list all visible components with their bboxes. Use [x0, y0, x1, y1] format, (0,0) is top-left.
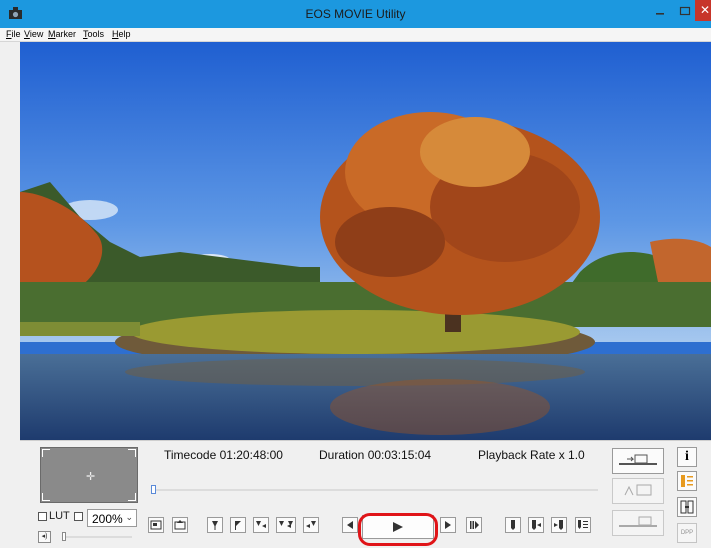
volume-slider[interactable] — [64, 536, 132, 538]
menu-view[interactable]: View — [24, 29, 43, 39]
dpp-button[interactable]: DPP — [677, 523, 697, 543]
mark-out-icon — [235, 521, 241, 530]
save-frame-button[interactable] — [148, 517, 164, 533]
go-to-in-icon — [256, 521, 266, 528]
save-frame-as-button[interactable] — [172, 517, 188, 533]
export-clip-button[interactable] — [612, 478, 664, 504]
dpp-icon: DPP — [680, 530, 694, 536]
close-button[interactable]: ✕ — [695, 0, 711, 21]
crosshair-icon: ✛ — [86, 471, 96, 483]
prev-frame-icon — [347, 521, 353, 529]
export-button[interactable] — [612, 448, 664, 474]
timecode-display: Timecode 01:20:48:00 — [164, 448, 283, 462]
zoom-navigator[interactable]: ✛ — [40, 447, 138, 503]
seek-thumb[interactable] — [151, 485, 156, 494]
menu-tools[interactable]: Tools — [83, 29, 104, 39]
trim-button[interactable] — [612, 510, 664, 536]
menu-help[interactable]: Help — [112, 29, 131, 39]
maximize-icon[interactable] — [678, 4, 692, 18]
video-frame — [20, 42, 711, 440]
duration-display: Duration 00:03:15:04 — [319, 448, 432, 462]
trim-icon — [619, 516, 657, 527]
volume-thumb[interactable] — [62, 532, 66, 541]
split-button[interactable] — [677, 497, 697, 517]
export-icon — [619, 454, 657, 465]
close-icon: ✕ — [700, 3, 711, 17]
zoom-checkbox[interactable] — [73, 511, 83, 521]
next-frame-button[interactable] — [440, 517, 456, 533]
export-clip-icon — [624, 484, 652, 496]
save-frame-as-icon — [174, 520, 186, 530]
navigator-corner — [42, 493, 50, 501]
control-panel: ✛ Timecode 01:20:48:00 Duration 00:03:15… — [20, 440, 711, 548]
window-title: EOS MOVIE Utility — [305, 7, 406, 21]
go-to-in-out-button[interactable] — [276, 517, 296, 533]
navigator-corner — [128, 493, 136, 501]
lut-option[interactable]: LUT — [38, 510, 83, 522]
menu-bar: File View Marker Tools Help — [0, 28, 711, 42]
marker-button[interactable] — [505, 517, 521, 533]
playback-rate-display: Playback Rate x 1.0 — [478, 448, 585, 462]
go-to-in-button[interactable] — [253, 517, 269, 533]
video-preview[interactable] — [20, 42, 711, 440]
marker-list-button[interactable] — [575, 517, 591, 533]
chevron-down-icon: ⌄ — [125, 512, 133, 522]
mark-out-button[interactable] — [230, 517, 246, 533]
next-marker-button[interactable] — [551, 517, 567, 533]
lut-label: LUT — [49, 510, 70, 522]
go-to-in-out-icon — [279, 521, 293, 528]
prev-marker-button[interactable] — [528, 517, 544, 533]
next-marker-icon — [554, 520, 563, 530]
info-icon: i — [685, 449, 689, 464]
marker-list-icon — [578, 520, 588, 529]
go-to-out-button[interactable] — [303, 517, 319, 533]
prev-marker-icon — [532, 520, 541, 530]
marker-icon — [511, 520, 515, 530]
last-frame-button[interactable] — [466, 517, 482, 533]
zoom-select[interactable]: 200% ⌄ — [87, 509, 137, 527]
next-frame-icon — [445, 521, 451, 529]
split-icon — [680, 500, 694, 514]
lut-checkbox[interactable] — [38, 511, 47, 521]
title-bar: EOS MOVIE Utility ✕ — [0, 0, 711, 28]
zoom-value: 200% — [92, 512, 123, 526]
marker-panel-icon — [681, 475, 693, 487]
mark-in-button[interactable] — [207, 517, 223, 533]
navigator-corner — [128, 449, 136, 457]
navigator-corner — [42, 449, 50, 457]
mark-in-icon — [212, 521, 218, 530]
volume-icon[interactable]: ◂) — [38, 531, 51, 543]
prev-frame-button[interactable] — [342, 517, 358, 533]
go-to-out-icon — [306, 521, 316, 528]
menu-file[interactable]: File — [6, 29, 21, 39]
info-button[interactable]: i — [677, 447, 697, 467]
seek-bar[interactable] — [152, 489, 598, 491]
save-frame-icon — [150, 520, 162, 530]
marker-panel-button[interactable] — [677, 471, 697, 491]
last-frame-icon — [470, 521, 479, 529]
play-highlight — [358, 513, 438, 546]
minimize-icon[interactable] — [653, 4, 667, 18]
menu-marker[interactable]: Marker — [48, 29, 76, 39]
